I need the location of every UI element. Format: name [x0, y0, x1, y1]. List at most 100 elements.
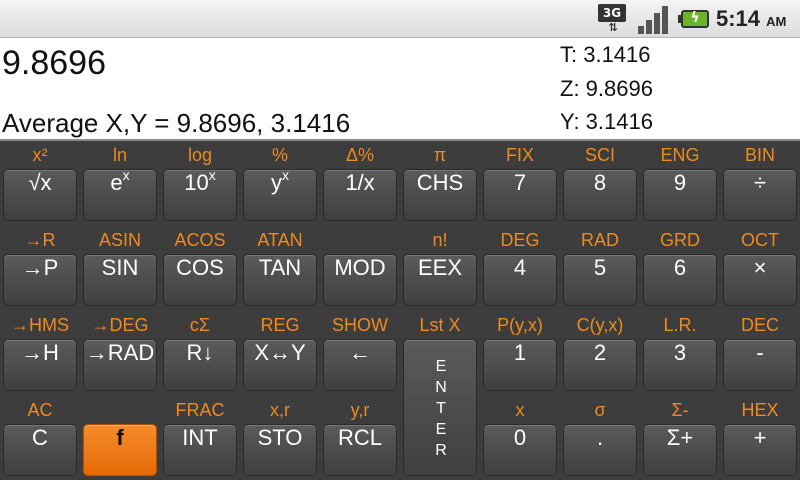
shift-function-label: DEG: [500, 230, 540, 250]
enter-letter: N: [435, 379, 447, 396]
shift-function-label: →DEG: [91, 315, 149, 335]
key-2-0[interactable]: →H: [3, 339, 77, 391]
key-0-0[interactable]: √x: [3, 169, 77, 221]
key-2-2[interactable]: R↓: [163, 339, 237, 391]
key-1-0[interactable]: →P: [3, 254, 77, 306]
key-1-9[interactable]: ×: [723, 254, 797, 306]
shift-function-label: RAD: [580, 230, 619, 250]
key-cell-r4-4: y,r RCL: [320, 396, 400, 480]
shift-function-label: σ: [594, 400, 606, 420]
key-0-4[interactable]: 1/x: [323, 169, 397, 221]
key-label: R↓: [186, 340, 214, 365]
key-2-1[interactable]: →RAD: [83, 339, 157, 391]
shift-function-label: L.R.: [663, 315, 697, 335]
key-label: 3: [673, 340, 687, 365]
key-2-7[interactable]: 2: [563, 339, 637, 391]
key-0-2[interactable]: 10x: [163, 168, 237, 221]
key-2-3[interactable]: X↔Y: [243, 339, 317, 391]
key-3-3[interactable]: STO: [243, 424, 317, 476]
key-label: 4: [513, 255, 527, 280]
key-3-7[interactable]: .: [563, 424, 637, 476]
shift-function-label: SCI: [584, 145, 615, 165]
key-cell-r2-3: ATAN TAN: [240, 226, 320, 310]
key-2-9[interactable]: -: [723, 339, 797, 391]
clock-time: 5:14: [716, 6, 761, 31]
key-cell-r3-0: →HMS →H: [0, 311, 80, 395]
key-3-6[interactable]: 0: [483, 424, 557, 476]
key-0-7[interactable]: 8: [563, 169, 637, 221]
key-3-0[interactable]: C: [3, 424, 77, 476]
key-label: f: [116, 425, 124, 450]
key-label: +: [753, 425, 767, 450]
key-0-3[interactable]: yx: [243, 166, 317, 221]
key-label: SIN: [101, 255, 139, 280]
shift-function-label: y,r: [350, 400, 370, 420]
key-label: 5: [593, 255, 607, 280]
key-label: -: [756, 340, 764, 365]
key-cell-r4-8: Σ- Σ+: [640, 396, 720, 480]
shift-function-label: x²: [32, 145, 48, 165]
key-3-8[interactable]: Σ+: [643, 424, 717, 476]
key-cell-r2-9: OCT ×: [720, 226, 800, 310]
key-cell-r2-6: DEG 4: [480, 226, 560, 310]
key-label: ×: [753, 255, 767, 280]
status-bar: 3G ⇅ ϟ 5:14 AM: [0, 0, 800, 38]
key-label: 1/x: [345, 170, 375, 195]
key-1-4[interactable]: MOD: [323, 254, 397, 306]
key-0-8[interactable]: 9: [643, 169, 717, 221]
key-1-8[interactable]: 6: [643, 254, 717, 306]
key-cell-r4-9: HEX +: [720, 396, 800, 480]
network-type-label: 3G: [598, 4, 626, 22]
key-cell-r3-4: SHOW ←: [320, 311, 400, 395]
key-label: COS: [176, 255, 224, 280]
key-0-6[interactable]: 7: [483, 169, 557, 221]
key-label: INT: [182, 425, 218, 450]
key-label: RCL: [337, 425, 382, 450]
key-1-7[interactable]: 5: [563, 254, 637, 306]
shift-function-label: FIX: [505, 145, 534, 165]
shift-function-label: P(y,x): [497, 315, 543, 335]
key-cell-r1-1: ln ex: [80, 141, 160, 225]
key-0-9[interactable]: ÷: [723, 169, 797, 221]
shift-function-label: C(y,x): [576, 315, 624, 335]
key-2-6[interactable]: 1: [483, 339, 557, 391]
key-0-5[interactable]: CHS: [403, 169, 477, 221]
key-label: 0: [513, 425, 527, 450]
key-label: →RAD: [85, 340, 155, 365]
key-cell-r1-6: FIX 7: [480, 141, 560, 225]
shift-function-label: Σ-: [671, 400, 689, 420]
key-cell-r4-2: FRAC INT: [160, 396, 240, 480]
shift-function-label: x,r: [270, 400, 290, 420]
key-label: →H: [21, 340, 59, 365]
key-cell-r3-6: P(y,x) 1: [480, 311, 560, 395]
key-label: ÷: [753, 170, 767, 195]
key-label: Σ+: [666, 425, 694, 450]
key-1-1[interactable]: SIN: [83, 254, 157, 306]
key-2-4[interactable]: ←: [323, 339, 397, 391]
key-3-4[interactable]: RCL: [323, 424, 397, 476]
key-1-2[interactable]: COS: [163, 254, 237, 306]
key-3-9[interactable]: +: [723, 424, 797, 476]
shift-function-label: →R: [24, 230, 56, 250]
key-cell-r2-7: RAD 5: [560, 226, 640, 310]
key-cell-r1-5: π CHS: [400, 141, 480, 225]
3g-data-icon: 3G ⇅: [598, 4, 630, 34]
key-1-6[interactable]: 4: [483, 254, 557, 306]
shift-function-label: ln: [112, 145, 127, 165]
data-arrows-icon: ⇅: [608, 21, 618, 34]
key-label: √x: [28, 170, 52, 195]
key-3-2[interactable]: INT: [163, 424, 237, 476]
key-1-5[interactable]: EEX: [403, 254, 477, 306]
key-label: 8: [593, 170, 607, 195]
key-cell-r4-6: x0: [480, 396, 560, 480]
key-cell-r3-8: L.R. 3: [640, 311, 720, 395]
shift-function-label: REG: [260, 315, 300, 335]
key-2-8[interactable]: 3: [643, 339, 717, 391]
key-1-3[interactable]: TAN: [243, 254, 317, 306]
status-clock: 5:14 AM: [716, 6, 786, 34]
shift-f-key[interactable]: f: [83, 424, 157, 476]
key-label: 2: [593, 340, 607, 365]
key-cell-r3-2: cΣ R↓: [160, 311, 240, 395]
key-superscript: x: [282, 166, 289, 183]
key-0-1[interactable]: ex: [83, 168, 157, 221]
